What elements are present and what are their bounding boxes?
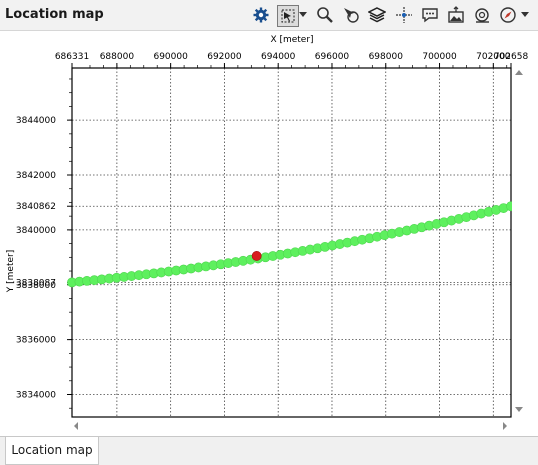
layers-icon[interactable] bbox=[366, 4, 388, 26]
y-tick-label: 3836000 bbox=[16, 336, 56, 346]
y-axis-label: Y [meter] bbox=[6, 250, 16, 293]
x-axis-label: X [meter] bbox=[270, 35, 313, 45]
dropdown-arrow-icon[interactable] bbox=[520, 4, 530, 26]
select-region-icon[interactable] bbox=[277, 5, 299, 27]
crosshair-icon[interactable] bbox=[393, 4, 415, 26]
selected-point[interactable] bbox=[251, 251, 262, 261]
x-tick-label: 694000 bbox=[261, 52, 296, 62]
y-tick-label: 3842000 bbox=[16, 171, 56, 181]
tab-location-map[interactable]: Location map bbox=[5, 437, 99, 465]
tab-bar: Location map bbox=[0, 436, 538, 465]
x-tick-label: 696000 bbox=[315, 52, 350, 62]
window-title: Location map bbox=[5, 7, 104, 22]
annotation-icon[interactable] bbox=[419, 4, 441, 26]
y-tick-label: 3834000 bbox=[16, 391, 56, 401]
y-tick-label: 3844000 bbox=[16, 116, 56, 126]
highlight-point bbox=[251, 251, 262, 261]
x-tick-label: 698000 bbox=[369, 52, 404, 62]
x-tick-label: 686331 bbox=[55, 52, 89, 62]
x-axis-ticks: 686331 688000 690000 692000 694000 696000 6980… bbox=[55, 52, 529, 68]
x-tick-label: 702658 bbox=[494, 52, 529, 62]
y-tick-label: 3840862 bbox=[16, 202, 56, 212]
location-map-plot[interactable]: 686331 688000 690000 692000 694000 696000 6980… bbox=[0, 31, 538, 436]
window-titlebar: Location map bbox=[0, 0, 538, 31]
x-tick-label: 692000 bbox=[207, 52, 242, 62]
export-image-icon[interactable] bbox=[445, 4, 467, 26]
map-canvas[interactable]: 686331 688000 690000 692000 694000 696000 6980… bbox=[0, 31, 538, 436]
y-axis-ticks: 3844000384200038408623840000383808738380… bbox=[16, 78, 72, 409]
grid-lines bbox=[72, 68, 511, 417]
y-tick-label: 3838000 bbox=[16, 281, 56, 291]
dropdown-arrow-icon[interactable] bbox=[298, 4, 308, 26]
horizontal-scrollbar[interactable] bbox=[72, 421, 511, 431]
survey-icon[interactable] bbox=[471, 4, 493, 26]
well-track-series bbox=[67, 201, 516, 288]
horizontal-scroll-track[interactable] bbox=[72, 421, 511, 431]
pick-pointer-icon[interactable] bbox=[340, 4, 362, 26]
vertical-scroll-track[interactable] bbox=[512, 68, 526, 417]
gear-icon[interactable] bbox=[251, 4, 271, 26]
plot-frame bbox=[71, 67, 512, 418]
zoom-icon[interactable] bbox=[314, 4, 336, 26]
vertical-scrollbar[interactable] bbox=[512, 68, 526, 417]
x-tick-label: 688000 bbox=[100, 52, 135, 62]
y-tick-label: 3840000 bbox=[16, 226, 56, 236]
x-tick-label: 700000 bbox=[422, 52, 457, 62]
x-tick-label: 690000 bbox=[153, 52, 188, 62]
compass-icon[interactable] bbox=[497, 4, 519, 26]
